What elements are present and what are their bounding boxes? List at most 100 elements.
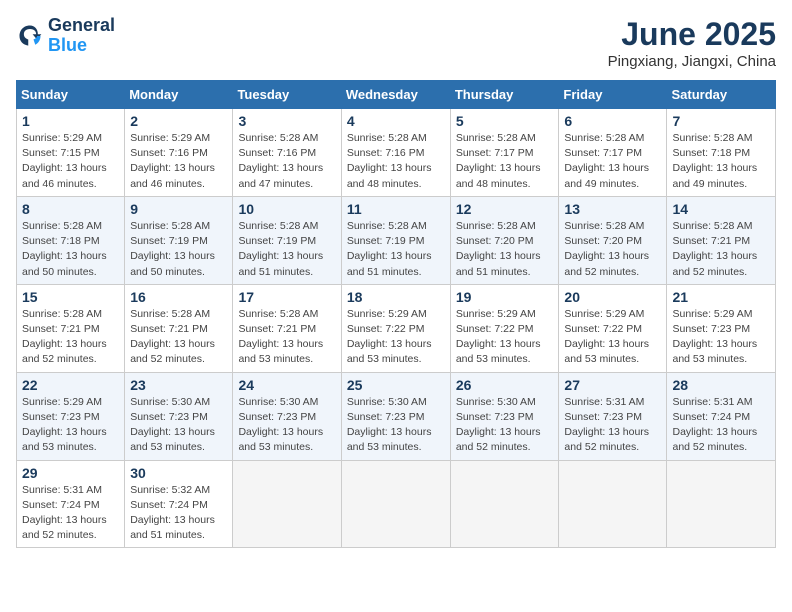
weekday-header: Friday [559,81,667,109]
day-number: 5 [456,113,554,129]
calendar-cell: 20 Sunrise: 5:29 AMSunset: 7:22 PMDayligh… [559,284,667,372]
weekday-header: Thursday [450,81,559,109]
calendar-cell: 18 Sunrise: 5:29 AMSunset: 7:22 PMDayligh… [341,284,450,372]
calendar-cell: 27 Sunrise: 5:31 AMSunset: 7:23 PMDayligh… [559,372,667,460]
calendar-cell: 10 Sunrise: 5:28 AMSunset: 7:19 PMDayligh… [233,196,341,284]
calendar-week-row: 22Sunrise: 5:29 AMSunset: 7:23 PMDayligh… [17,372,776,460]
day-detail: Sunrise: 5:28 AMSunset: 7:16 PMDaylight:… [238,131,335,192]
weekday-header: Tuesday [233,81,341,109]
calendar-cell [233,460,341,548]
day-number: 29 [22,465,119,481]
day-detail: Sunrise: 5:28 AMSunset: 7:19 PMDaylight:… [238,219,335,280]
day-number: 17 [238,289,335,305]
day-detail: Sunrise: 5:28 AMSunset: 7:21 PMDaylight:… [238,307,335,368]
day-number: 26 [456,377,554,393]
day-detail: Sunrise: 5:28 AMSunset: 7:19 PMDaylight:… [347,219,445,280]
day-detail: Sunrise: 5:28 AMSunset: 7:16 PMDaylight:… [347,131,445,192]
calendar-subtitle: Pingxiang, Jiangxi, China [608,53,776,70]
day-detail: Sunrise: 5:32 AMSunset: 7:24 PMDaylight:… [130,483,227,544]
day-detail: Sunrise: 5:29 AMSunset: 7:23 PMDaylight:… [22,395,119,456]
day-number: 4 [347,113,445,129]
day-detail: Sunrise: 5:29 AMSunset: 7:22 PMDaylight:… [347,307,445,368]
calendar-cell: 16 Sunrise: 5:28 AMSunset: 7:21 PMDayligh… [125,284,233,372]
day-detail: Sunrise: 5:28 AMSunset: 7:17 PMDaylight:… [456,131,554,192]
calendar-cell: 1 Sunrise: 5:29 AMSunset: 7:15 PMDaylight… [17,109,125,197]
day-number: 8 [22,201,119,217]
day-detail: Sunrise: 5:29 AMSunset: 7:22 PMDaylight:… [564,307,661,368]
day-number: 15 [22,289,119,305]
calendar-cell: 9 Sunrise: 5:28 AMSunset: 7:19 PMDaylight… [125,196,233,284]
calendar-cell: 6 Sunrise: 5:28 AMSunset: 7:17 PMDaylight… [559,109,667,197]
day-detail: Sunrise: 5:29 AMSunset: 7:15 PMDaylight:… [22,131,119,192]
day-detail: Sunrise: 5:31 AMSunset: 7:24 PMDaylight:… [22,483,119,544]
title-area: June 2025 Pingxiang, Jiangxi, China [608,16,776,70]
calendar-title: June 2025 [608,16,776,53]
day-detail: Sunrise: 5:28 AMSunset: 7:21 PMDaylight:… [130,307,227,368]
calendar-cell [341,460,450,548]
day-detail: Sunrise: 5:31 AMSunset: 7:23 PMDaylight:… [564,395,661,456]
calendar-cell: 21Sunrise: 5:29 AMSunset: 7:23 PMDayligh… [667,284,776,372]
calendar-week-row: 29 Sunrise: 5:31 AMSunset: 7:24 PMDayligh… [17,460,776,548]
day-number: 7 [672,113,770,129]
weekday-header: Sunday [17,81,125,109]
logo-icon [16,22,44,50]
calendar-cell: 23Sunrise: 5:30 AMSunset: 7:23 PMDayligh… [125,372,233,460]
day-number: 10 [238,201,335,217]
calendar-cell: 12Sunrise: 5:28 AMSunset: 7:20 PMDayligh… [450,196,559,284]
calendar-cell: 13Sunrise: 5:28 AMSunset: 7:20 PMDayligh… [559,196,667,284]
calendar-cell: 17 Sunrise: 5:28 AMSunset: 7:21 PMDayligh… [233,284,341,372]
calendar-cell: 30 Sunrise: 5:32 AMSunset: 7:24 PMDayligh… [125,460,233,548]
day-detail: Sunrise: 5:28 AMSunset: 7:18 PMDaylight:… [22,219,119,280]
day-detail: Sunrise: 5:31 AMSunset: 7:24 PMDaylight:… [672,395,770,456]
weekday-header: Monday [125,81,233,109]
day-number: 11 [347,201,445,217]
day-detail: Sunrise: 5:28 AMSunset: 7:21 PMDaylight:… [22,307,119,368]
day-number: 16 [130,289,227,305]
calendar-cell: 3 Sunrise: 5:28 AMSunset: 7:16 PMDaylight… [233,109,341,197]
day-number: 13 [564,201,661,217]
logo: General Blue [16,16,115,56]
weekday-header: Wednesday [341,81,450,109]
calendar-cell [559,460,667,548]
calendar-cell: 5 Sunrise: 5:28 AMSunset: 7:17 PMDaylight… [450,109,559,197]
day-detail: Sunrise: 5:30 AMSunset: 7:23 PMDaylight:… [130,395,227,456]
day-number: 19 [456,289,554,305]
day-detail: Sunrise: 5:28 AMSunset: 7:20 PMDaylight:… [456,219,554,280]
day-number: 25 [347,377,445,393]
calendar-cell: 29 Sunrise: 5:31 AMSunset: 7:24 PMDayligh… [17,460,125,548]
weekday-header-row: SundayMondayTuesdayWednesdayThursdayFrid… [17,81,776,109]
day-number: 20 [564,289,661,305]
weekday-header: Saturday [667,81,776,109]
day-detail: Sunrise: 5:29 AMSunset: 7:22 PMDaylight:… [456,307,554,368]
day-number: 30 [130,465,227,481]
calendar-cell: 14 Sunrise: 5:28 AMSunset: 7:21 PMDayligh… [667,196,776,284]
calendar-cell: 26 Sunrise: 5:30 AMSunset: 7:23 PMDayligh… [450,372,559,460]
logo-line1: General [48,16,115,36]
calendar-cell: 11 Sunrise: 5:28 AMSunset: 7:19 PMDayligh… [341,196,450,284]
day-detail: Sunrise: 5:30 AMSunset: 7:23 PMDaylight:… [456,395,554,456]
calendar-cell [450,460,559,548]
day-detail: Sunrise: 5:28 AMSunset: 7:18 PMDaylight:… [672,131,770,192]
day-detail: Sunrise: 5:28 AMSunset: 7:21 PMDaylight:… [672,219,770,280]
day-number: 2 [130,113,227,129]
day-detail: Sunrise: 5:28 AMSunset: 7:19 PMDaylight:… [130,219,227,280]
logo-text: General Blue [48,16,115,56]
day-detail: Sunrise: 5:30 AMSunset: 7:23 PMDaylight:… [347,395,445,456]
day-number: 27 [564,377,661,393]
calendar-cell: 4 Sunrise: 5:28 AMSunset: 7:16 PMDaylight… [341,109,450,197]
day-detail: Sunrise: 5:28 AMSunset: 7:17 PMDaylight:… [564,131,661,192]
calendar-week-row: 1 Sunrise: 5:29 AMSunset: 7:15 PMDaylight… [17,109,776,197]
calendar-week-row: 8 Sunrise: 5:28 AMSunset: 7:18 PMDaylight… [17,196,776,284]
day-number: 18 [347,289,445,305]
day-number: 9 [130,201,227,217]
calendar-cell: 25 Sunrise: 5:30 AMSunset: 7:23 PMDayligh… [341,372,450,460]
day-number: 14 [672,201,770,217]
day-number: 1 [22,113,119,129]
header: General Blue June 2025 Pingxiang, Jiangx… [16,16,776,70]
day-number: 3 [238,113,335,129]
calendar-table: SundayMondayTuesdayWednesdayThursdayFrid… [16,80,776,548]
logo-line2: Blue [48,36,115,56]
calendar-cell: 28Sunrise: 5:31 AMSunset: 7:24 PMDayligh… [667,372,776,460]
day-detail: Sunrise: 5:29 AMSunset: 7:23 PMDaylight:… [672,307,770,368]
day-number: 6 [564,113,661,129]
